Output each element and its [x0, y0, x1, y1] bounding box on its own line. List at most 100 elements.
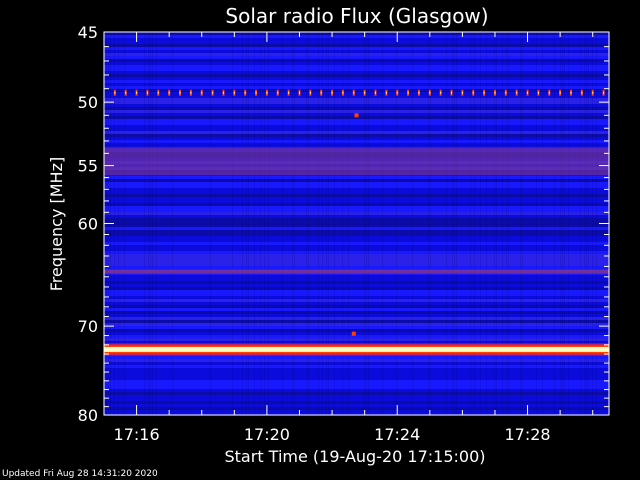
updated-timestamp: Updated Fri Aug 28 14:31:20 2020: [2, 469, 158, 479]
spectrogram-row: [104, 83, 609, 86]
spectrogram-column: [480, 32, 481, 415]
spectrogram-column: [430, 32, 431, 415]
spectrogram-column: [494, 32, 495, 415]
spectrogram-column: [584, 32, 585, 415]
burst-core: [277, 91, 279, 94]
spectrogram-column: [334, 32, 335, 415]
spectrogram-row: [104, 371, 609, 374]
spectrogram-row: [104, 374, 609, 377]
burst-core: [244, 91, 246, 94]
spectrogram-row: [104, 278, 609, 281]
y-tick-label: 55: [78, 157, 98, 176]
burst-core: [309, 91, 311, 94]
burst-core: [201, 91, 203, 94]
spectrogram-row: [104, 356, 609, 359]
burst-core: [461, 91, 463, 94]
burst-core: [548, 91, 550, 94]
y-tick-label: 60: [78, 215, 98, 234]
spectrogram-row: [104, 68, 609, 71]
spectrogram-column: [506, 32, 507, 415]
spectrogram-column: [368, 32, 369, 415]
y-tick-label: 50: [78, 93, 98, 112]
spectrogram-row: [104, 56, 609, 59]
x-axis-label: Start Time (19-Aug-20 17:15:00): [225, 447, 486, 466]
spectrogram-column: [232, 32, 233, 415]
spectrogram-row: [104, 224, 609, 227]
spectrogram-column: [592, 32, 593, 415]
spectrogram-row: [104, 314, 609, 317]
burst-core: [255, 91, 257, 94]
spectrogram-row: [104, 395, 609, 398]
spectrogram-column: [496, 32, 497, 415]
spectrogram-row: [104, 239, 609, 242]
burst-core: [320, 91, 322, 94]
spectrogram-column: [294, 32, 295, 415]
spectrogram-row: [104, 80, 609, 83]
spectrogram-row: [104, 182, 609, 185]
spectrogram-row: [104, 35, 609, 38]
spectrogram-row: [104, 386, 609, 389]
burst-core: [418, 91, 420, 94]
spectrogram-column: [318, 32, 319, 415]
y-tick-label: 70: [78, 317, 98, 336]
spectrogram-row: [104, 287, 609, 290]
spectrogram-row: [104, 38, 609, 41]
spectrogram-row: [104, 125, 609, 128]
burst-core: [592, 91, 594, 94]
burst-core: [212, 91, 214, 94]
burst-core: [451, 91, 453, 94]
spectrogram-row: [104, 98, 609, 101]
burst-core: [179, 91, 181, 94]
burst-core: [396, 91, 398, 94]
spectrogram-row: [104, 245, 609, 248]
burst-core: [527, 91, 529, 94]
spectrogram-row: [104, 383, 609, 386]
spectrogram-column: [536, 32, 537, 415]
spectrogram-row: [104, 275, 609, 278]
spectrogram-row: [104, 212, 609, 215]
spectrogram-column: [268, 32, 269, 415]
burst-core: [146, 91, 148, 94]
spectrogram-row: [104, 248, 609, 251]
spectrogram-column: [474, 32, 475, 415]
spectrogram-row: [104, 410, 609, 413]
spectrogram-row: [104, 227, 609, 230]
spectrogram-row: [104, 404, 609, 407]
spectrogram-row: [104, 215, 609, 218]
spectrogram-row: [104, 197, 609, 200]
spectrogram-row: [104, 263, 609, 266]
spectrogram-column: [564, 32, 565, 415]
spectrogram-row: [104, 320, 609, 323]
spectrogram-row: [104, 305, 609, 308]
spectrogram-row: [104, 317, 609, 320]
spectrogram-column: [114, 32, 115, 415]
spectrogram-column: [348, 32, 349, 415]
burst-core: [385, 91, 387, 94]
spectrogram-row: [104, 71, 609, 74]
spectrogram-row: [104, 407, 609, 410]
burst-core: [505, 91, 507, 94]
spectrogram-row: [104, 203, 609, 206]
spectrogram-row: [104, 392, 609, 395]
spectrogram-row: [104, 221, 609, 224]
spectrogram-row: [104, 293, 609, 296]
spectrogram-row: [104, 401, 609, 404]
spectrogram-column: [520, 32, 521, 415]
spectrogram-column: [210, 32, 211, 415]
enhanced-band: [104, 147, 609, 176]
spectrogram-column: [542, 32, 543, 415]
spectrogram-row: [104, 365, 609, 368]
burst-core: [298, 91, 300, 94]
spectrogram-column: [586, 32, 587, 415]
spectrogram-row: [104, 143, 609, 146]
spectrogram-column: [308, 32, 309, 415]
spectrogram-column: [470, 32, 471, 415]
burst-core: [375, 91, 377, 94]
spectrogram-column: [452, 32, 453, 415]
spectrogram-row: [104, 236, 609, 239]
burst-core: [581, 91, 583, 94]
spectrogram-row: [104, 290, 609, 293]
spectrogram-column: [446, 32, 447, 415]
spectrogram-row: [104, 338, 609, 341]
spectrogram-row: [104, 65, 609, 68]
